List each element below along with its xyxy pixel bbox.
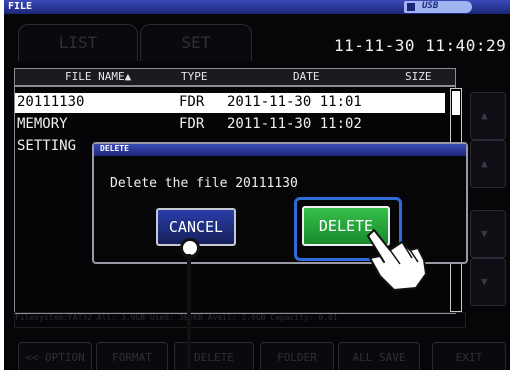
file-type: FDR (179, 116, 205, 132)
option-button[interactable]: << OPTION (18, 342, 92, 370)
page-down-button[interactable]: ▼ (470, 258, 506, 306)
file-list-header: FILE NAME▲ TYPE DATE SIZE (14, 68, 456, 86)
column-file-name[interactable]: FILE NAME▲ (65, 70, 131, 83)
column-size[interactable]: SIZE (405, 70, 432, 83)
file-row-selected[interactable]: 20111130 FDR 2011-11-30 11:01 (15, 93, 445, 113)
file-type: FDR (179, 94, 205, 110)
dialog-title-bar: DELETE (94, 144, 466, 156)
triangle-down-icon: ▼ (481, 227, 488, 240)
device-screen: FILE USB LIST SET 11-11-30 11:40:29 FILE… (4, 0, 510, 370)
scroll-down-button[interactable]: ▼ (470, 210, 506, 258)
tab-set[interactable]: SET (140, 24, 252, 61)
file-name: 20111130 (17, 94, 85, 110)
usb-indicator: USB (404, 1, 472, 13)
usb-icon (407, 3, 415, 11)
scroll-up-button[interactable]: ▲ (470, 140, 506, 188)
screen-title: FILE (8, 1, 33, 12)
file-row[interactable]: MEMORY FDR 2011-11-30 11:02 (15, 115, 445, 135)
triangle-down-icon: ▼ (481, 275, 488, 288)
file-name: SETTING (17, 138, 77, 154)
title-bar: FILE USB (4, 0, 510, 14)
exit-button[interactable]: EXIT (432, 342, 506, 370)
datetime-display: 11-11-30 11:40:29 (334, 36, 507, 55)
usb-label: USB (422, 1, 439, 11)
scroll-thumb[interactable] (452, 91, 460, 115)
file-name: MEMORY (17, 116, 68, 132)
filesystem-status: Filesystem:FAT32 All: 3.9GB Used: 392KB … (14, 312, 466, 328)
tab-list[interactable]: LIST (18, 24, 138, 61)
delete-soft-button[interactable]: DELETE (174, 342, 254, 370)
dialog-message: Delete the file 20111130 (110, 176, 298, 191)
folder-button[interactable]: FOLDER (260, 342, 334, 370)
file-date: 2011-11-30 11:01 (227, 94, 362, 110)
callout-pointer-line (187, 254, 191, 370)
column-date[interactable]: DATE (293, 70, 320, 83)
file-date: 2011-11-30 11:02 (227, 116, 362, 132)
page-up-button[interactable]: ▲ (470, 92, 506, 140)
triangle-up-icon: ▲ (481, 157, 488, 170)
tap-hand-icon (367, 229, 427, 291)
all-save-button[interactable]: ALL SAVE (338, 342, 420, 370)
triangle-up-icon: ▲ (481, 109, 488, 122)
column-type[interactable]: TYPE (181, 70, 208, 83)
dialog-title: DELETE (100, 144, 129, 153)
format-button[interactable]: FORMAT (96, 342, 168, 370)
